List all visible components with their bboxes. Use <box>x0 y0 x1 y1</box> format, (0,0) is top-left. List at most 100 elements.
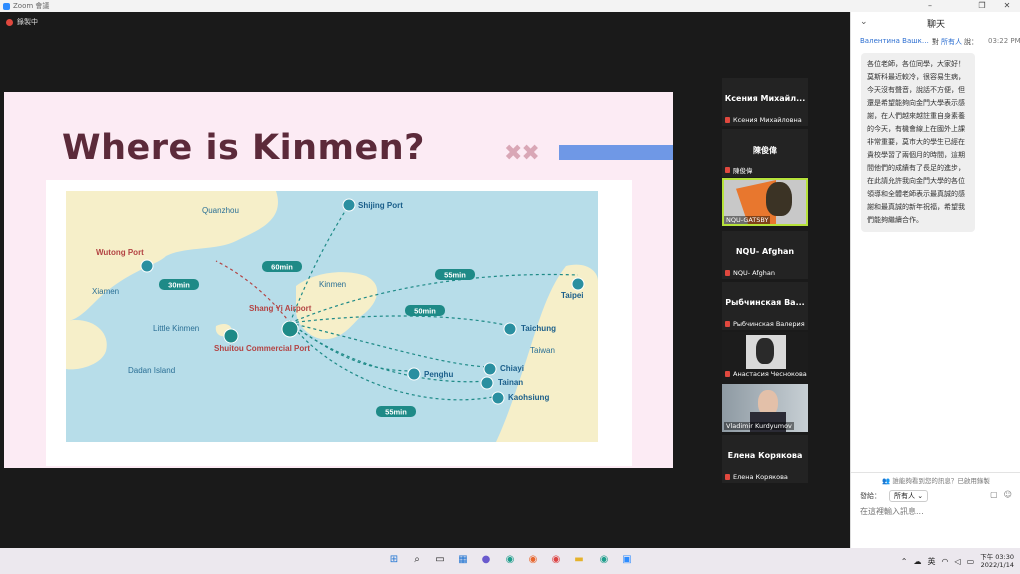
map-label-little-kinmen: Little Kinmen <box>153 324 199 333</box>
map-label-shijing: Shijing Port <box>358 201 403 210</box>
task-view-icon[interactable]: ▭ <box>433 553 447 567</box>
widgets-icon[interactable]: ▦ <box>456 553 470 567</box>
minimize-icon[interactable]: – <box>920 0 940 12</box>
map-card: Quanzhou Shijing Port Wutong Port Xiamen… <box>46 180 632 466</box>
chat-input[interactable] <box>860 504 1010 518</box>
participant-tile[interactable]: 陳俊偉 陳俊偉 <box>722 129 808 177</box>
airplane-icon <box>571 277 585 291</box>
participant-name: 陳俊偉 <box>733 167 753 175</box>
message-time: 03:22 PM <box>988 37 1020 45</box>
windows-start-icon[interactable]: ⊞ <box>387 553 401 567</box>
chat-visibility-notice[interactable]: 👥 誰能夠看到您的訊息？已啟用錄製 <box>851 472 1020 485</box>
chat-app-icon[interactable]: ● <box>479 553 493 567</box>
message-said: 說： <box>964 38 978 46</box>
map-label-shuitou: Shuitou Commercial Port <box>214 344 310 353</box>
participant-name: Рыбчинская Валерия <box>733 320 805 328</box>
participant-gallery: Ксения Михайл... Ксения Михайловна 陳俊偉 陳… <box>720 12 808 560</box>
message-meta: Валентина Вашкяви... 對 所有人 說： 03:22 PM <box>860 37 1020 47</box>
participant-tile[interactable]: NQU- Afghan NQU- Afghan <box>722 231 808 279</box>
map-label-airport: Shang Yi Airport <box>249 304 312 313</box>
message-sender[interactable]: Валентина Вашкяви... <box>860 37 930 47</box>
onedrive-icon[interactable]: ☁ <box>913 557 921 566</box>
map-label-penghu: Penghu <box>424 370 453 379</box>
system-clock[interactable]: 下午 03:30 2022/1/14 <box>980 553 1014 569</box>
message-to: 對 <box>932 38 939 46</box>
recording-indicator[interactable]: 錄製中 <box>6 17 38 27</box>
send-to-value: 所有人 <box>894 492 915 500</box>
airplane-icon <box>281 320 299 338</box>
map-label-dadan: Dadan Island <box>128 366 175 375</box>
emoji-icon[interactable]: ☺ <box>1004 490 1012 499</box>
window-titlebar: Zoom 會議 – ❐ ✕ <box>0 0 1020 12</box>
file-explorer-icon[interactable]: ▬ <box>572 553 586 567</box>
chat-actions: ▢ ☺ <box>990 490 1012 499</box>
map-label-chiayi: Chiayi <box>500 364 524 373</box>
meeting-area: 錄製中 Where is Kinmen? ✖✖ Quanzhou Shijing… <box>0 12 850 548</box>
airplane-icon <box>483 362 497 376</box>
close-icon[interactable]: ✕ <box>997 0 1017 12</box>
send-to-select[interactable]: 所有人 ⌄ <box>889 490 929 502</box>
search-icon[interactable]: ⌕ <box>410 553 424 567</box>
send-to-row: 發給： 所有人 ⌄ <box>860 490 929 502</box>
participant-tile[interactable]: Ксения Михайл... Ксения Михайловна <box>722 78 808 126</box>
system-tray: ⌃ ☁ 英 ◠ ◁ ▭ 下午 03:30 2022/1/14 <box>901 548 1014 574</box>
map-label-taichung: Taichung <box>521 324 556 333</box>
duration-kaohsiung: 55min <box>385 408 407 417</box>
zoom-app-icon <box>3 2 10 10</box>
recording-label: 錄製中 <box>17 18 38 26</box>
wifi-icon[interactable]: ◠ <box>941 557 948 566</box>
edge-icon[interactable]: ◉ <box>503 553 517 567</box>
participant-video-tile[interactable]: NQU-GATSBY <box>722 178 808 226</box>
participant-display-name: NQU- Afghan <box>735 247 795 256</box>
participant-name: NQU-GATSBY <box>724 216 771 224</box>
chrome-icon[interactable]: ◉ <box>549 553 563 567</box>
maximize-icon[interactable]: ❐ <box>972 0 992 12</box>
zoom-taskbar-icon[interactable]: ▣ <box>620 553 634 567</box>
participant-display-name: Рыбчинская Ва... <box>725 298 805 307</box>
record-dot-icon <box>6 18 13 26</box>
send-to-label: 發給： <box>860 492 881 500</box>
airplane-icon <box>407 367 421 381</box>
chat-title: 聊天 <box>926 20 945 30</box>
window-title: Zoom 會議 <box>13 2 50 10</box>
chat-notice-text: 誰能夠看到您的訊息？已啟用錄製 <box>892 477 990 485</box>
participant-display-name: 陳俊偉 <box>753 146 777 155</box>
ship-icon <box>342 198 356 212</box>
participant-face <box>756 338 774 364</box>
map-label-taiwan: Taiwan <box>530 346 555 355</box>
file-icon[interactable]: ▢ <box>990 490 998 499</box>
battery-icon[interactable]: ▭ <box>967 557 975 566</box>
participant-tile[interactable]: Елена Корякова Елена Корякова <box>722 435 808 483</box>
muted-mic-icon <box>725 117 730 123</box>
app-icon[interactable]: ◉ <box>597 553 611 567</box>
participant-video-tile[interactable]: Vladimir Kurdyumov <box>722 384 808 432</box>
decorative-bar <box>559 145 673 160</box>
airplane-icon <box>480 376 494 390</box>
ime-indicator[interactable]: 英 <box>927 556 935 567</box>
message-recipient: 所有人 <box>941 38 962 46</box>
participant-name: Елена Корякова <box>733 473 788 481</box>
map-label-kaohsiung: Kaohsiung <box>508 393 549 402</box>
participant-name: Vladimir Kurdyumov <box>724 422 794 430</box>
chat-message-bubble: 各位老師，各位同學，大家好！莫斯科最近較冷，很容易生病，今天沒有聲音，說話不方便… <box>861 53 975 232</box>
participant-name: Анастасия Чеснокова <box>733 370 807 378</box>
firefox-icon[interactable]: ◉ <box>526 553 540 567</box>
participant-display-name: Ксения Михайл... <box>724 94 806 103</box>
muted-mic-icon <box>725 474 730 480</box>
shared-slide: Where is Kinmen? ✖✖ Quanzhou Shijing Por… <box>4 92 673 468</box>
muted-mic-icon <box>725 167 730 173</box>
clock-time: 下午 03:30 <box>980 553 1014 561</box>
volume-icon[interactable]: ◁ <box>954 557 960 566</box>
map-label-xiamen: Xiamen <box>92 287 119 296</box>
muted-mic-icon <box>725 371 730 377</box>
ship-icon <box>140 259 154 273</box>
chevron-up-icon[interactable]: ⌃ <box>901 557 908 566</box>
participant-name: NQU- Afghan <box>733 269 775 277</box>
participant-tile[interactable]: Рыбчинская Ва... Рыбчинская Валерия <box>722 282 808 330</box>
taskbar: ⊞ ⌕ ▭ ▦ ● ◉ ◉ ◉ ▬ ◉ ▣ ⌃ ☁ 英 ◠ ◁ ▭ 下午 03:… <box>0 548 1020 574</box>
participant-video-tile[interactable]: Анастасия Чеснокова <box>722 332 808 380</box>
participant-face <box>766 182 792 216</box>
participant-name: Ксения Михайловна <box>733 116 802 124</box>
airplane-icon <box>491 391 505 405</box>
duration-wutong: 30min <box>168 281 190 290</box>
